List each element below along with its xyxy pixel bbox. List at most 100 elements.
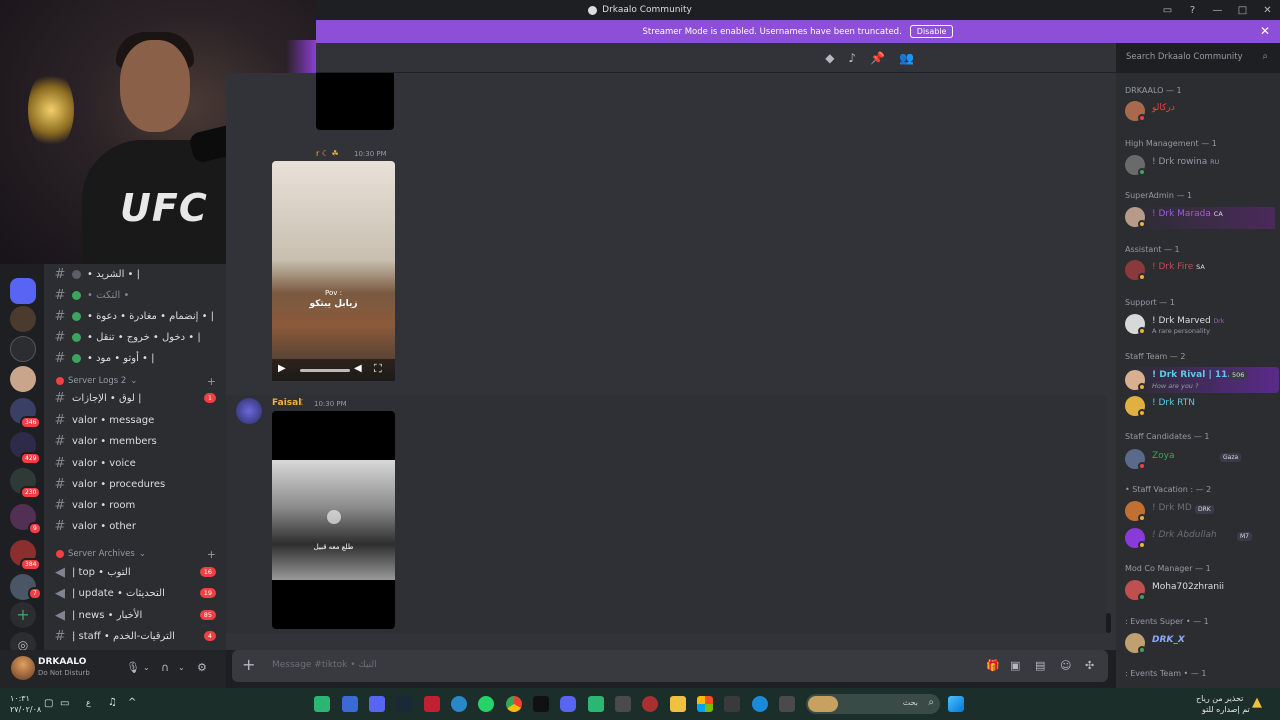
member-item[interactable]: Moha702zhranii [1125,580,1275,602]
members-icon[interactable]: 👥 [899,51,914,65]
add-channel-icon[interactable]: + [207,548,216,561]
apps-icon[interactable]: ✣ [1085,659,1094,672]
app-icon[interactable] [642,696,658,712]
microphone-icon[interactable]: 🎙 [126,661,140,674]
member-item[interactable]: ! Drk Rival | 11... 506 How are you ? [1125,367,1279,393]
member-item[interactable]: Zoya Gaza [1125,449,1275,471]
channel-item[interactable]: # valor • voice [54,453,222,473]
steam-icon[interactable] [396,696,412,712]
member-item[interactable]: ! Drk Marved Drk A rare personality [1125,314,1275,336]
channel-item[interactable]: # valor • members [54,431,222,451]
close-banner-icon[interactable]: ✕ [1260,24,1270,38]
app-icon[interactable] [697,696,713,712]
play-icon[interactable]: ▶ [278,363,286,374]
channel-item[interactable]: # • الشريد • | [54,264,222,284]
video-attachment[interactable]: Pov : زيابل يبتكو ▶ ◀ ⛶ [272,161,395,381]
server-icon[interactable] [10,366,36,392]
add-attachment-icon[interactable]: + [242,655,255,674]
threads-icon[interactable]: ◆ [825,51,834,65]
server-icon[interactable] [10,336,36,362]
gift-icon[interactable]: 🎁 [986,659,1000,672]
app-icon[interactable] [615,696,631,712]
member-item[interactable]: ! Drk Marada CA [1125,207,1275,229]
app-icon[interactable] [424,696,440,712]
channel-item[interactable]: # valor • message [54,410,222,430]
chrome-icon[interactable] [506,696,522,712]
video-attachment[interactable] [316,73,394,130]
gif-icon[interactable]: ▣ [1010,659,1020,672]
maximize-button[interactable]: □ [1230,5,1255,16]
terminal-icon[interactable] [533,696,549,712]
notification-bell-icon[interactable]: ♪ [848,51,856,65]
display-icon[interactable]: ▭ [60,698,69,709]
sticker-icon[interactable]: ▤ [1035,659,1045,672]
gear-icon[interactable]: ⚙ [197,661,207,674]
video-attachment[interactable]: طلع معه قبيل [272,411,395,629]
add-server-icon[interactable]: + [10,602,36,628]
volume-icon[interactable]: ◀ [354,363,362,374]
chat-scrollbar[interactable] [1106,613,1111,633]
whatsapp-icon[interactable] [478,696,494,712]
search-box[interactable]: بحث ⌕ [806,694,940,714]
app-icon[interactable] [369,696,385,712]
member-item[interactable]: DRK_X [1125,633,1275,655]
channel-item[interactable]: # • دخول • خروج • تنقل • | [54,327,222,347]
server-icon[interactable] [10,278,36,304]
member-item[interactable]: دركالو [1125,101,1275,123]
channel-item[interactable]: # valor • room [54,495,222,515]
avatar[interactable] [11,656,35,680]
member-item[interactable]: ! Drk Abdullah M7 [1125,528,1275,550]
shield-icon[interactable] [342,696,358,712]
app-icon[interactable] [588,696,604,712]
channel-item[interactable]: ◀ | news • الأخبار 85 [54,605,222,625]
pin-icon[interactable]: 📌 [870,51,885,65]
search-input[interactable]: Search Drkaalo Community ⌕ [1120,48,1274,68]
close-button[interactable]: ✕ [1255,5,1280,16]
member-item[interactable]: ! Drk Fire SA [1125,260,1275,282]
video-progress[interactable] [300,369,350,372]
emoji-icon[interactable]: ☺ [1060,659,1071,672]
channel-item[interactable]: # valor • procedures [54,474,222,494]
folder-icon[interactable] [670,696,686,712]
server-icon[interactable] [10,306,36,332]
fullscreen-icon[interactable]: ⛶ [374,362,382,376]
language-indicator[interactable]: ع [86,698,91,707]
discord-taskbar-icon[interactable] [560,696,576,712]
channel-item[interactable]: # • أوتو • مود • | [54,348,222,368]
headphones-icon[interactable]: ∩ [161,661,169,674]
disable-streamer-button[interactable]: Disable [909,25,954,38]
mic-tray-icon[interactable]: ♫ [108,697,117,708]
store-icon[interactable] [724,696,740,712]
channel-item[interactable]: # لوق • الإجازات | 1 [54,388,222,408]
task-view-icon[interactable] [779,696,795,712]
channel-item[interactable]: ◀ | top • التوب 16 [54,562,222,582]
category-server-logs[interactable]: Server Logs 2 ⌄ + [56,375,216,388]
member-item[interactable]: ! Drk RTN [1125,396,1275,418]
edge-icon[interactable] [752,696,768,712]
chat-header: ◆ ♪ 📌 👥 [316,43,1116,73]
channel-item[interactable]: # | staff • الترقيات-الخدم 4 [54,626,222,646]
play-icon[interactable] [327,510,341,524]
channel-item[interactable]: # valor • other [54,516,222,536]
warning-icon[interactable]: ▲ [1252,695,1262,710]
inbox-icon[interactable]: ▭ [1155,5,1180,16]
chevron-down-icon[interactable]: ⌄ [178,663,185,672]
channel-item[interactable]: ◀ | update • التحديثات 19 [54,583,222,603]
channel-item[interactable]: # • التكت • [54,285,222,305]
member-item[interactable]: ! Drk MD DRK [1125,501,1275,523]
windows-start-icon[interactable] [948,696,964,712]
message-author[interactable]: Faisal [272,398,301,408]
help-icon[interactable]: ? [1180,5,1205,16]
app-icon[interactable] [314,696,330,712]
category-server-archives[interactable]: Server Archives ⌄ + [56,548,216,561]
avatar[interactable] [236,398,262,424]
edge-icon[interactable] [451,696,467,712]
add-channel-icon[interactable]: + [207,375,216,388]
chevron-up-icon[interactable]: ^ [128,697,136,708]
message-composer[interactable]: + Message #tiktok • التيك 🎁 ▣ ▤ ☺ ✣ [232,650,1108,682]
minimize-button[interactable]: — [1205,5,1230,16]
notification-icon[interactable]: ▢ [44,698,53,709]
member-item[interactable]: ! Drk rowina RU [1125,155,1275,177]
chevron-down-icon[interactable]: ⌄ [143,663,150,672]
channel-item[interactable]: # • إنضمام • مغادرة • دعوة • | [54,306,222,326]
